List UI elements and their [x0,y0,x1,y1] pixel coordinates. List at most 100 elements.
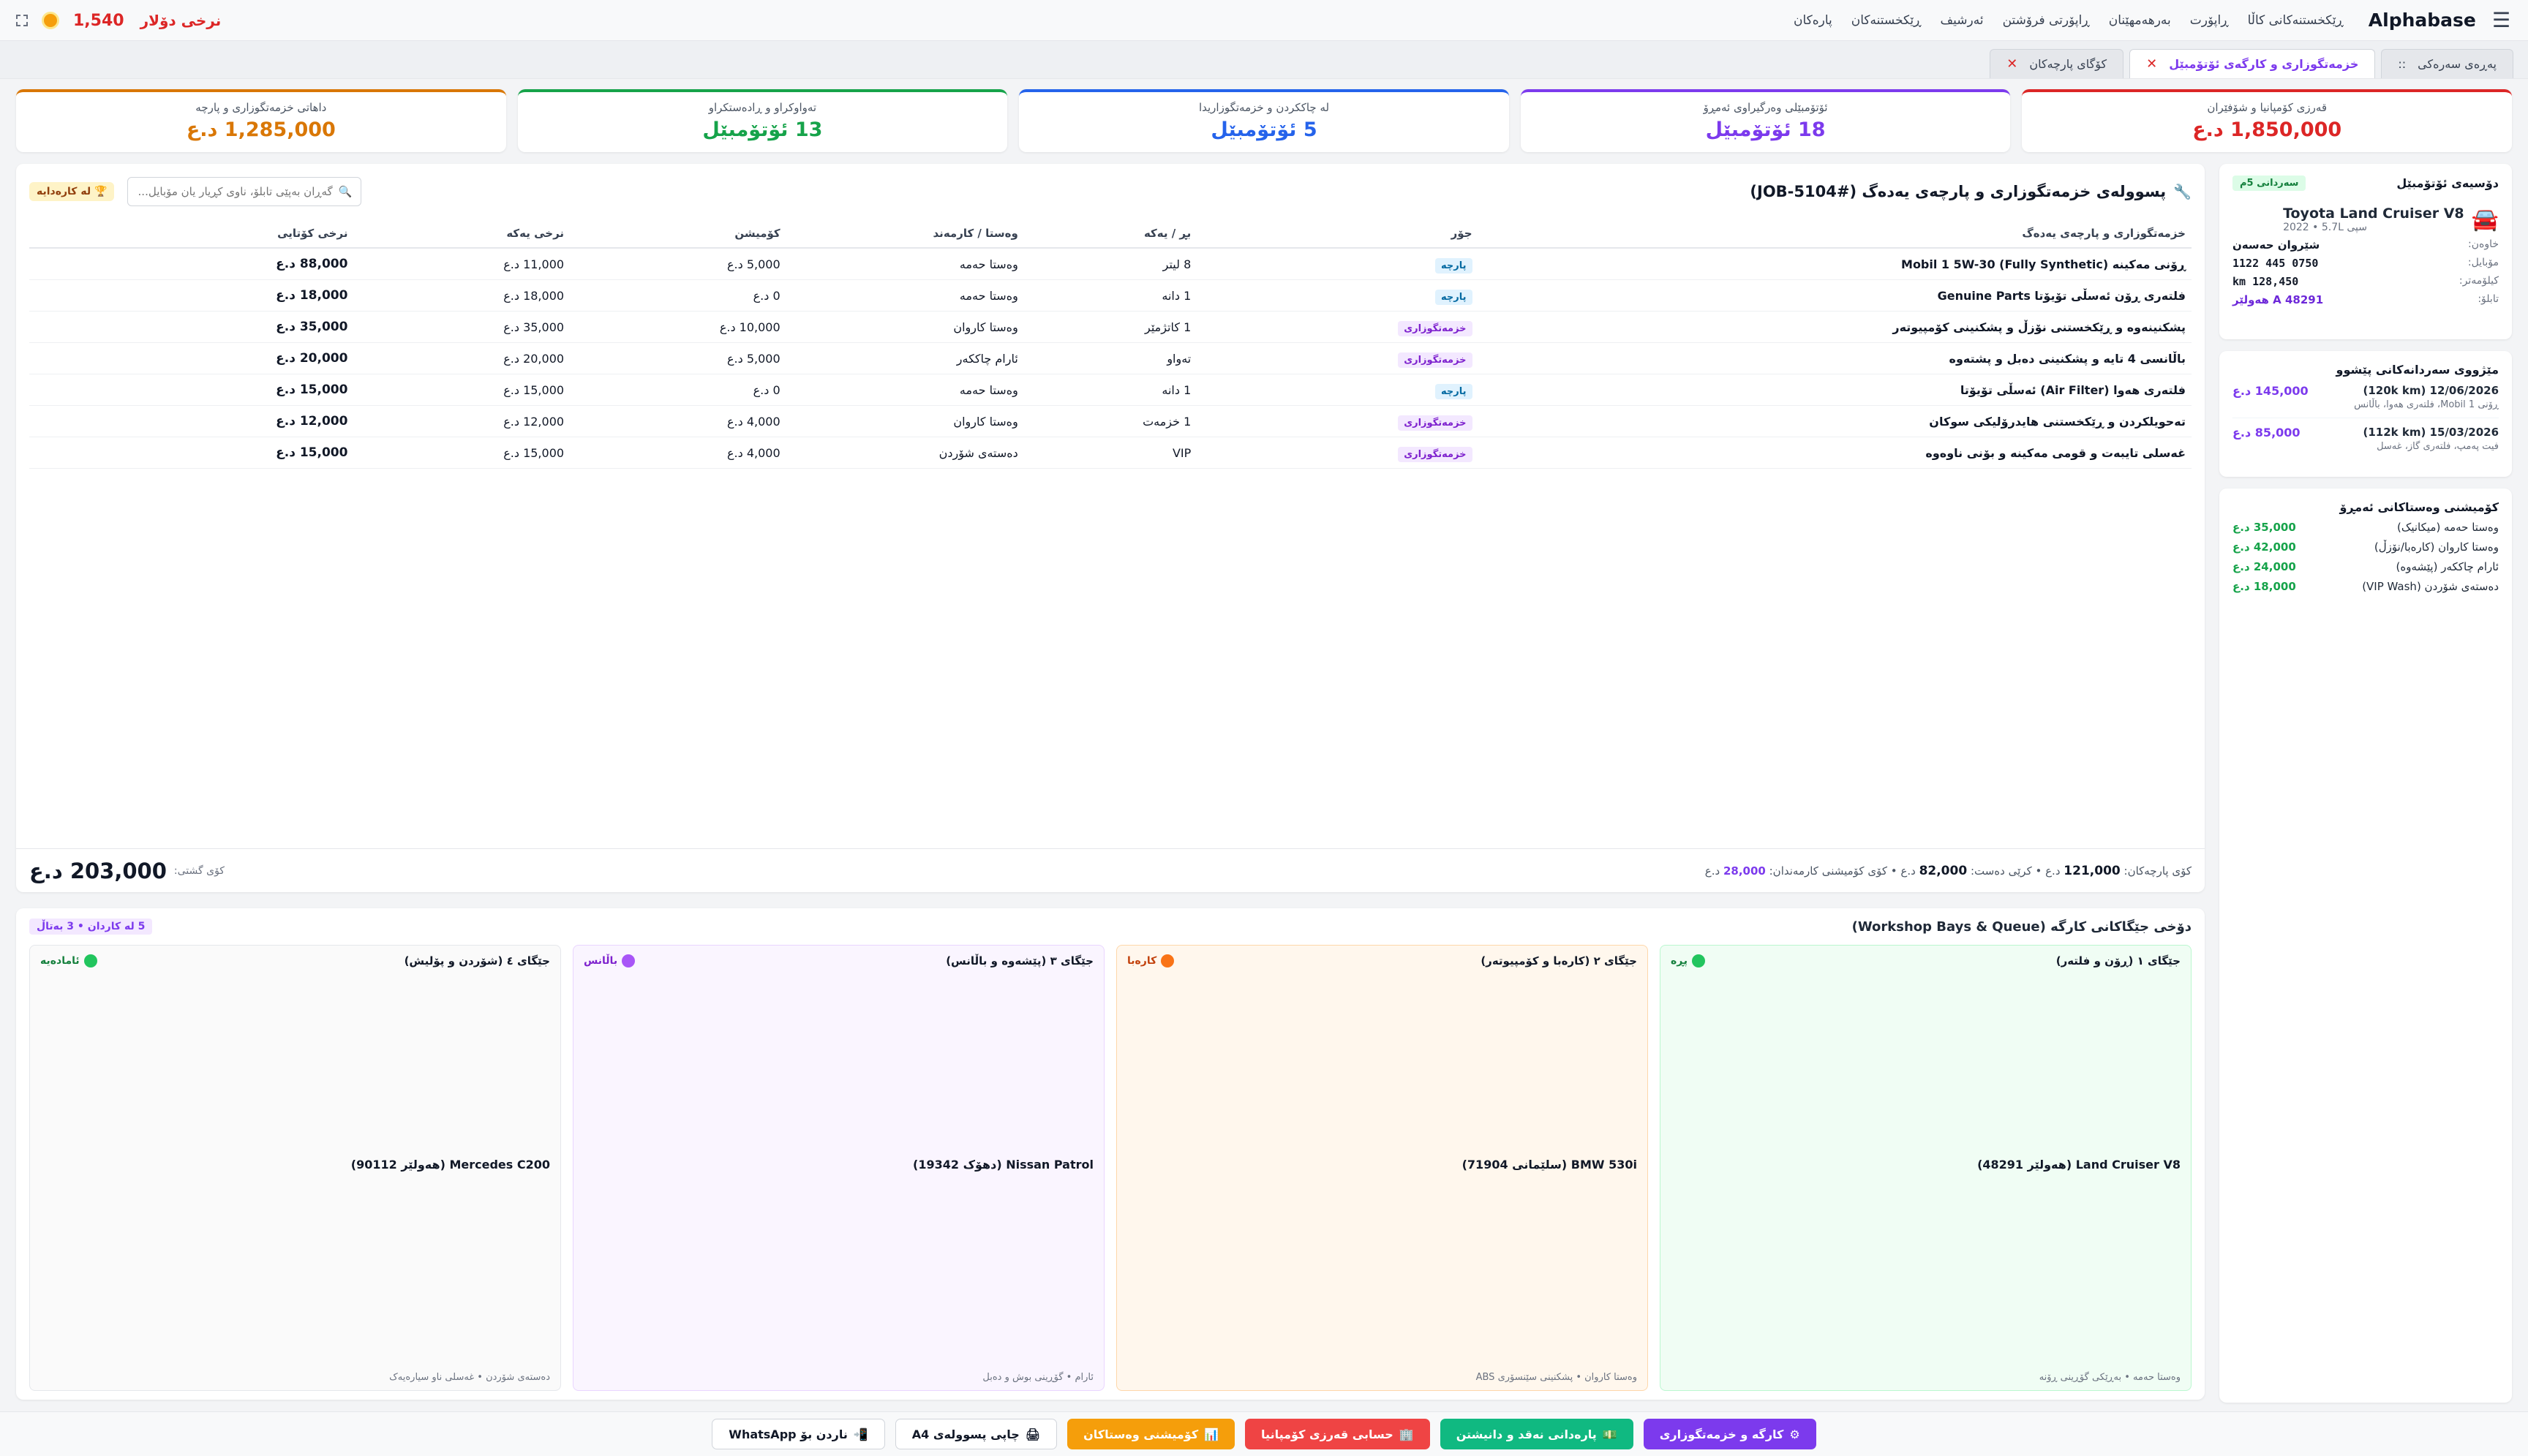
job-header: 🔧 پسوولەی خزمەتگوزاری و پارچەی یەدەگ (JO… [16,164,2205,219]
search-input[interactable] [137,185,333,198]
workshop-bay[interactable]: جێگای ٤ (شۆردن و پۆلیش) ئامادەیە Mercedes … [29,945,561,1391]
owner-row: خاوەن: شێروان حەسەن [2232,238,2499,252]
brand-logo[interactable]: Alphabase [2369,10,2476,31]
bay-status-label: باڵانس [584,955,618,967]
bay-staff: ئارام • گۆڕینی بوش و دەبل [982,1372,1094,1383]
workshop-button[interactable]: ⚙ کارگە و خزمەتگوزاری [1643,1419,1816,1449]
item-qty: 8 لیتر [1023,248,1197,280]
table-row[interactable]: باڵانسی 4 تایە و پشکنینی دەبل و پشتەوە خز… [29,342,2192,374]
status-dot-icon [1692,954,1706,967]
item-commission: 10,000 د.ع [570,311,786,343]
cash-payment-button[interactable]: 💵 پارەدانی نەقد و دانیشتن [1440,1419,1633,1449]
bay-status: پڕە [1671,954,1706,967]
tab-workshop[interactable]: خزمەتگوزاری و کارگەی ئۆتۆمبێل ✕ [2129,49,2376,78]
wrench-icon: 🔧 [2173,183,2192,200]
table-row[interactable]: غەسلی تایبەت و قومی مەکینە و بۆنی ناوەوە… [29,437,2192,469]
status-dot-icon [622,954,636,967]
col-header[interactable]: خزمەتگوزاری و پارچەی یەدەگ [1478,219,2192,249]
bay-name: جێگای ٢ (کارەبا و کۆمپیوتەر) [1481,954,1637,967]
commission-staff: ئارام چاککەر (پێشەوە) [2396,560,2499,573]
main-menu: ڕێکخستنەکانی کاڵا ڕاپۆرت بەرهەمهێنان ڕاپ… [1794,13,2344,28]
tab-label: پەڕەی سەرەکی [2418,57,2497,71]
item-type-badge: پارچە [1435,257,1472,274]
menu-item-archive[interactable]: ئەرشیف [1941,13,1984,28]
tab-label: خزمەتگوزاری و کارگەی ئۆتۆمبێل [2169,57,2359,71]
staff-commission-button[interactable]: 📊 کۆمیشنی وەستاکان [1067,1419,1235,1449]
action-label: حسابی قەرزی کۆمپانیا [1261,1427,1393,1441]
col-header[interactable]: وەستا / کارمەند [786,219,1024,249]
hamburger-menu-icon[interactable]: ☰ [2492,8,2510,32]
bay-car: Land Cruiser V8 (هەولێر 48291) [1977,1158,2181,1172]
item-total: 12,000 د.ع [29,405,354,437]
tab-parts-warehouse[interactable]: کۆگای پارچەکان ✕ [1990,49,2124,78]
car-name: Toyota Land Cruiser V8 [2283,205,2464,222]
km-value: 128,450 km [2232,275,2299,288]
menu-item-reports[interactable]: ڕاپۆرت [2190,13,2229,28]
item-staff: ئارام چاککەر [786,342,1024,374]
menu-item-finance[interactable]: پارەکان [1794,13,1832,28]
search-box[interactable]: 🔍 [127,177,362,206]
commission-amount: 42,000 د.ع [2232,540,2296,554]
table-header-row: خزمەتگوزاری و پارچەی یەدەگ جۆر بڕ / یەکە… [29,219,2192,249]
history-item[interactable]: 15/03/2026 (112k km) فیت پەمپ، فلتەری گا… [2232,418,2499,459]
fullscreen-icon[interactable] [16,15,28,26]
owner-label: خاوەن: [2467,238,2499,250]
item-unit-price: 11,000 د.ع [353,248,571,280]
item-type-cell: پارچە [1197,279,1478,312]
table-row[interactable]: فلتەری ڕۆن ئەسڵی تۆیۆتا Genuine Parts پار… [29,279,2192,312]
mobile-value[interactable]: 0750 445 1122 [2232,257,2318,270]
action-label: چاپی پسوولەی A4 [911,1427,1020,1441]
workshop-bay[interactable]: جێگای ١ (ڕۆن و فلتەر) پڕە Land Cruiser V8 … [1660,945,2192,1391]
close-icon[interactable]: ✕ [2146,56,2157,72]
menu-item-production[interactable]: بەرهەمهێنان [2109,13,2171,28]
tab-home[interactable]: پەڕەی سەرەکی :: [2381,49,2513,78]
item-staff: وەستا حەمە [786,374,1024,406]
bays-header: دۆخی جێگاکانی کارگە (Workshop Bays & Que… [29,919,2192,935]
kpi-value: 18 ئۆتۆمبێل [1705,118,1826,141]
item-type-cell: پارچە [1197,374,1478,406]
commission-staff: دەستەی شۆردن (VIP Wash) [2362,580,2499,593]
company-debt-button[interactable]: 🏢 حسابی قەرزی کۆمپانیا [1245,1419,1430,1449]
sun-icon[interactable] [44,14,57,27]
commission-amount: 18,000 د.ع [2232,580,2296,593]
kpi-value: 13 ئۆتۆمبێل [702,118,823,141]
col-header[interactable]: نرخی یەکە [353,219,571,249]
grand-total-value: 203,000 د.ع [29,858,167,883]
col-header[interactable]: جۆر [1197,219,1478,249]
col-header[interactable]: بڕ / یەکە [1023,219,1197,249]
kpi-value: 1,285,000 د.ع [186,118,336,141]
drag-handle-icon[interactable]: :: [2398,57,2406,71]
table-row[interactable]: تەحویلکردن و ڕێکخستنی هایدرۆلیکی سوکان خز… [29,405,2192,437]
item-staff: وەستا حەمە [786,279,1024,312]
commission-row: دەستەی شۆردن (VIP Wash) 18,000 د.ع [2232,580,2499,593]
workshop-bay[interactable]: جێگای ٢ (کارەبا و کۆمپیوتەر) کارەبا BMW 53… [1116,945,1648,1391]
col-header[interactable]: کۆمیشن [570,219,786,249]
menu-item-product-settings[interactable]: ڕێکخستنەکانی کاڵا [2248,13,2344,28]
workshop-bay[interactable]: جێگای ٣ (پێشەوە و باڵانس) باڵانس Nissan Pa… [573,945,1105,1391]
item-total: 15,000 د.ع [29,437,354,469]
col-header[interactable]: نرخی کۆتایی [29,219,354,249]
menu-item-settings[interactable]: ڕێکخستنەکان [1851,13,1922,28]
item-total: 35,000 د.ع [29,311,354,343]
plate-value: A 48291 هەولێر [2232,293,2324,306]
item-type-cell: خزمەتگوزاری [1197,405,1478,437]
print-a4-button[interactable]: 🖨 چاپی پسوولەی A4 [895,1419,1058,1449]
job-totals-bar: کۆی پارچەکان: 121,000 د.ع • کرێی دەست: 8… [16,848,2205,892]
history-price: 85,000 د.ع [2232,426,2301,440]
table-row[interactable]: فلتەری هەوا (Air Filter) ئەسڵی تۆیۆتا پار… [29,374,2192,406]
status-dot-icon [1161,954,1175,967]
table-row[interactable]: پشکنینەوە و ڕێکخستنی نۆزڵ و پشکنینی کۆمپ… [29,311,2192,343]
bay-status-label: پڕە [1671,955,1688,967]
item-staff: وەستا کاروان [786,311,1024,343]
action-label: کۆمیشنی وەستاکان [1083,1427,1199,1441]
commission-amount: 35,000 د.ع [2232,521,2296,534]
job-invoice-card: 🔧 پسوولەی خزمەتگوزاری و پارچەی یەدەگ (JO… [16,164,2205,892]
menu-item-sales-report[interactable]: ڕاپۆرتی فرۆشتن [2003,13,2090,28]
close-icon[interactable]: ✕ [2006,56,2017,72]
item-unit-price: 15,000 د.ع [353,437,571,469]
kpi-label: ئۆتۆمبێلی وەرگیراوی ئەمڕۆ [1703,101,1828,114]
history-item[interactable]: 12/06/2026 (120k km) ڕۆنی Mobil 1، فلتەر… [2232,377,2499,418]
whatsapp-button[interactable]: 📲 ناردن بۆ WhatsApp [712,1419,885,1449]
item-qty: تەواو [1023,342,1197,374]
table-row[interactable]: ڕۆنی مەکینە Mobil 1 5W-30 (Fully Synthet… [29,248,2192,280]
